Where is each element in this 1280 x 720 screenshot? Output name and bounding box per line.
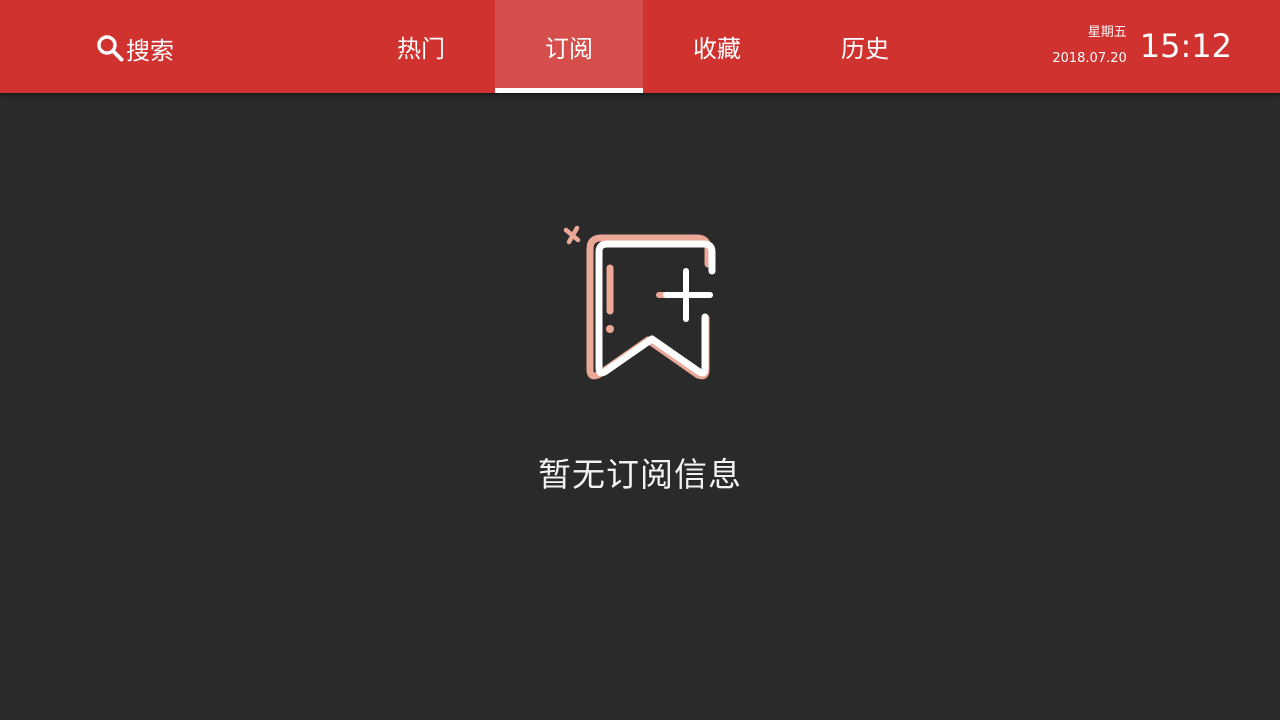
search-button[interactable]: 搜索 [96,28,174,68]
nav-tabs: 热门 订阅 收藏 历史 [347,0,939,93]
tab-label: 热门 [397,35,445,63]
empty-message: 暂无订阅信息 [538,455,742,494]
top-navigation-bar: 搜索 热门 订阅 收藏 历史 星期五 2018.07.20 15:12 [0,0,1280,93]
date-label: 2018.07.20 [1052,51,1127,66]
time-label: 15:12 [1139,27,1232,65]
empty-state: 暂无订阅信息 [0,222,1280,496]
tab-subscriptions[interactable]: 订阅 [495,0,643,93]
bookmark-add-icon [560,222,720,382]
clock-widget: 星期五 2018.07.20 15:12 [1052,18,1232,74]
date-column: 星期五 2018.07.20 [1052,23,1126,69]
tab-history[interactable]: 历史 [791,0,939,93]
tab-hot[interactable]: 热门 [347,0,495,93]
search-label: 搜索 [126,36,174,65]
tab-label: 订阅 [545,35,593,63]
tab-label: 收藏 [693,35,741,63]
search-icon [96,34,124,62]
tab-label: 历史 [841,35,889,63]
weekday-label: 星期五 [1087,25,1127,40]
tab-favorites[interactable]: 收藏 [643,0,791,93]
